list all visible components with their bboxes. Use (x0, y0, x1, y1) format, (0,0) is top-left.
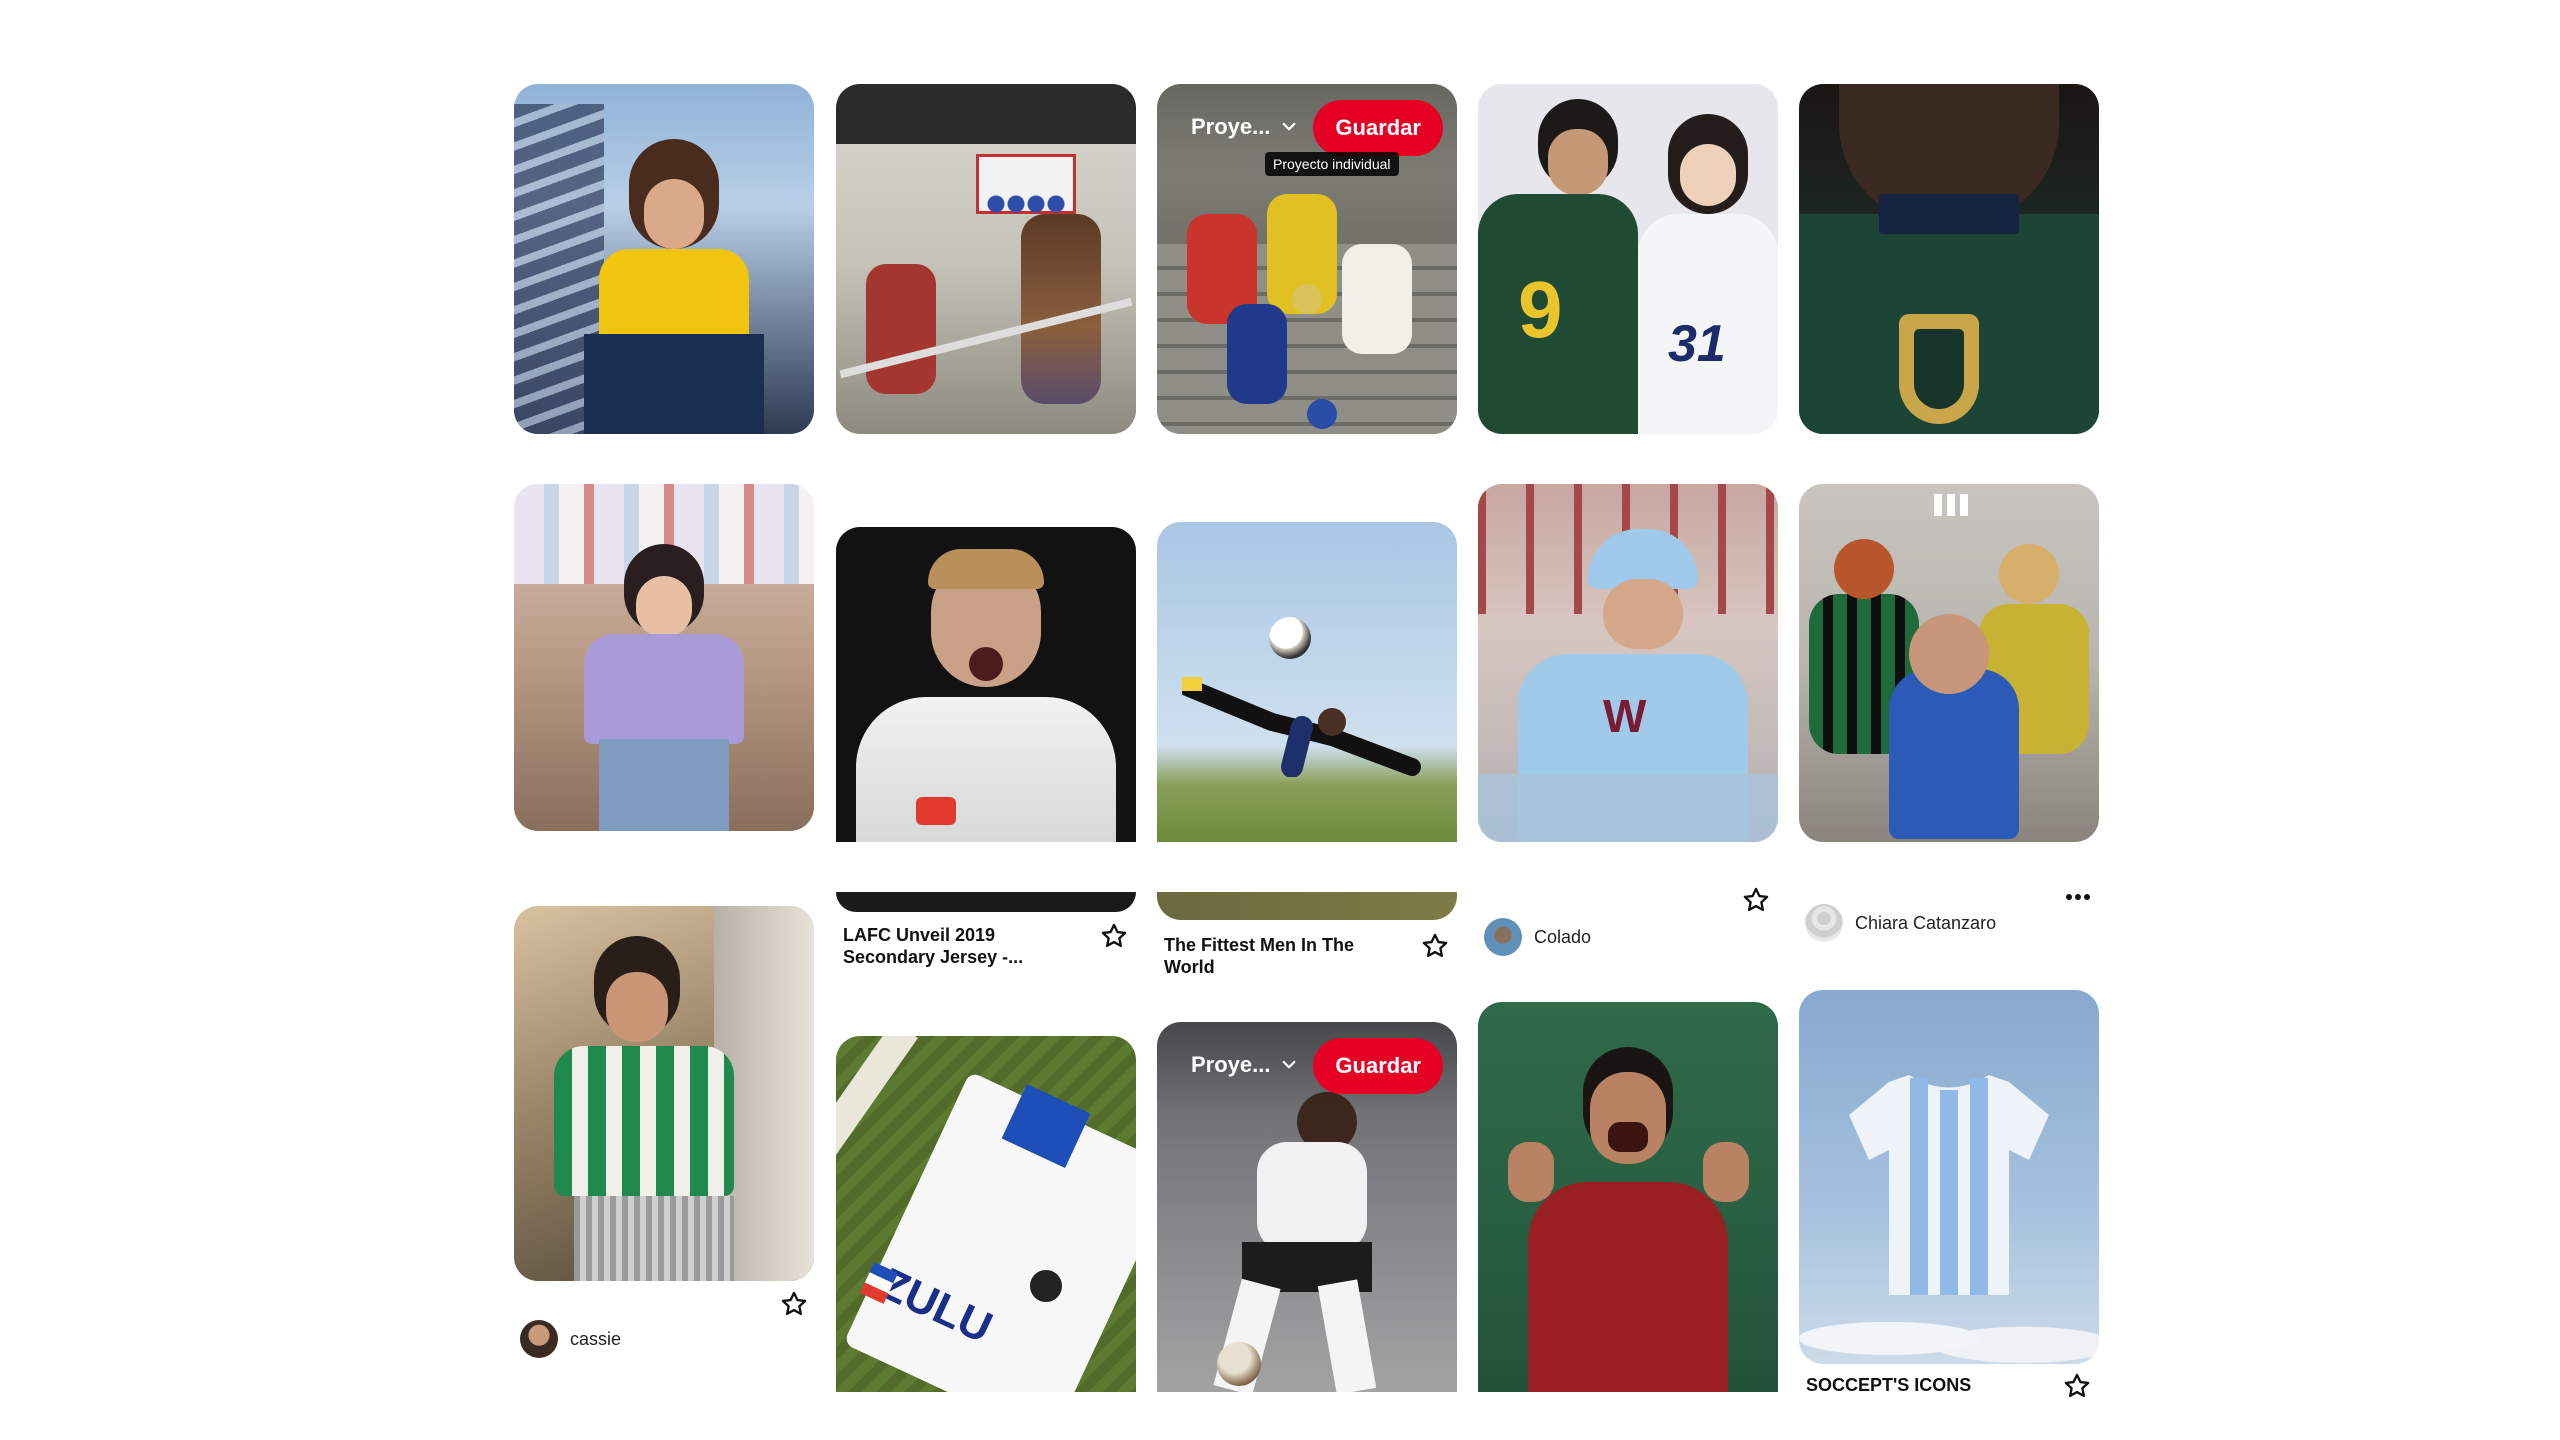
pin-title[interactable]: SOCCEPT'S ICONS (1806, 1374, 2046, 1396)
pin-image (1478, 1002, 1778, 1392)
pin-image: 9 31 (1478, 84, 1778, 434)
more-icon[interactable] (2064, 890, 2092, 902)
pin-image (836, 527, 1136, 842)
board-tooltip: Proyecto individual (1265, 152, 1399, 176)
pin-bucket-hat-kappa[interactable]: W (1478, 484, 1778, 842)
pin-lafc-bottom-strip[interactable] (836, 892, 1136, 912)
avatar (1484, 918, 1522, 956)
pin-image: ZULU (836, 1036, 1136, 1392)
pin-author[interactable]: cassie (520, 1320, 621, 1358)
save-button[interactable]: Guardar (1313, 100, 1443, 156)
pin-image (1799, 484, 2099, 842)
pin-title[interactable]: LAFC Unveil 2019 Secondary Jersey -... (843, 924, 1083, 968)
pin-title[interactable]: The Fittest Men In The World (1164, 934, 1404, 978)
pin-lafc-jersey[interactable] (836, 527, 1136, 842)
pin-image (1157, 892, 1457, 920)
pin-zulu-shirt[interactable]: ZULU (836, 1036, 1136, 1392)
save-star-icon[interactable] (1421, 932, 1449, 960)
pin-image (1799, 84, 2099, 434)
pin-image: W (1478, 484, 1778, 842)
pin-purple-jersey-woman[interactable] (514, 484, 814, 831)
pin-stairs-fashion[interactable] (836, 84, 1136, 434)
author-name: Colado (1534, 926, 1592, 947)
pin-bicycle-bottom-strip[interactable] (1157, 892, 1457, 920)
pin-group-stairs-football[interactable]: Proye... Guardar Proyecto individual (1157, 84, 1457, 434)
pin-italia-jersey-closeup[interactable] (1799, 84, 2099, 434)
board-select-label: Proye... (1191, 114, 1271, 139)
pin-boca-jersey-woman[interactable] (514, 84, 814, 434)
save-star-icon[interactable] (1100, 922, 1128, 950)
save-star-icon[interactable] (780, 1290, 808, 1318)
pin-argentina-concept-shirt[interactable] (1799, 990, 2099, 1364)
pin-author[interactable]: Chiara Catanzaro (1805, 904, 1996, 942)
pin-image (514, 84, 814, 434)
pin-image (1157, 522, 1457, 842)
pin-bicycle-kick[interactable] (1157, 522, 1457, 842)
save-button[interactable]: Guardar (1313, 1038, 1443, 1094)
pin-image (1799, 990, 2099, 1364)
board-select[interactable]: Proye... (1191, 1052, 1298, 1078)
author-name: Chiara Catanzaro (1855, 912, 1997, 933)
pin-image (836, 84, 1136, 434)
pin-green-striped-man[interactable] (514, 906, 814, 1281)
chevron-down-icon (1283, 122, 1296, 131)
author-name: cassie (570, 1328, 622, 1349)
save-star-icon[interactable] (2063, 1372, 2091, 1400)
pin-image (514, 484, 814, 831)
pin-wolves-celebration[interactable] (1478, 1002, 1778, 1392)
pin-author[interactable]: Colado (1484, 918, 1591, 956)
pin-volley-white-kit[interactable]: Proye... Guardar (1157, 1022, 1457, 1392)
save-star-icon[interactable] (1742, 886, 1770, 914)
pin-hyundai-click-couple[interactable]: 9 31 (1478, 84, 1778, 434)
pin-image (836, 892, 1136, 912)
board-select-label: Proye... (1191, 1052, 1271, 1077)
avatar (1805, 904, 1843, 942)
board-select[interactable]: Proye... (1191, 114, 1298, 140)
chevron-down-icon (1283, 1060, 1296, 1069)
pin-image (514, 906, 814, 1281)
avatar (520, 1320, 558, 1358)
pin-adidas-group-women[interactable] (1799, 484, 2099, 842)
